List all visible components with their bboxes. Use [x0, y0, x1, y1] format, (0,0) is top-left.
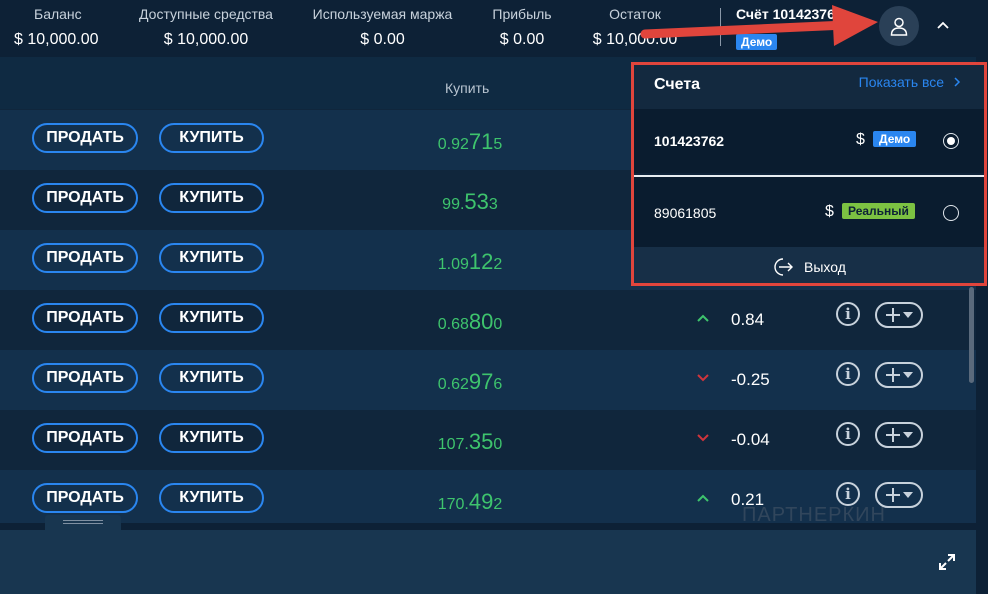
plus-icon: [886, 488, 900, 502]
sell-button[interactable]: ПРОДАТЬ: [32, 243, 138, 273]
expand-icon[interactable]: [937, 552, 957, 572]
table-row: ПРОДАТЬ КУПИТЬ 107.350 -0.04 i: [0, 410, 976, 470]
metric-balance: Баланс $ 10,000.00: [14, 6, 100, 49]
header-divider: [720, 8, 721, 46]
sell-button[interactable]: ПРОДАТЬ: [32, 303, 138, 333]
caret-down-icon: [903, 492, 913, 498]
metric-value: $ 0.00: [499, 31, 545, 48]
arrow-up-icon: [697, 314, 709, 322]
info-icon[interactable]: i: [836, 302, 860, 326]
demo-badge: Демо: [736, 34, 778, 50]
metric-profit: Прибыль $ 0.00: [491, 6, 553, 49]
sell-button[interactable]: ПРОДАТЬ: [32, 483, 138, 513]
buy-button[interactable]: КУПИТЬ: [159, 483, 264, 513]
buy-price: 0.62976: [437, 369, 503, 394]
bottom-panel: [0, 530, 976, 594]
buy-button[interactable]: КУПИТЬ: [159, 243, 264, 273]
arrow-down-icon: [697, 434, 709, 442]
account-radio[interactable]: [943, 133, 959, 149]
logout-icon: [774, 258, 793, 276]
dropdown-header: Счета Показать все: [634, 65, 984, 109]
buy-price: 0.92715: [437, 129, 503, 154]
caret-down-icon: [903, 312, 913, 318]
sell-button[interactable]: ПРОДАТЬ: [32, 423, 138, 453]
info-icon[interactable]: i: [836, 482, 860, 506]
sell-button[interactable]: ПРОДАТЬ: [32, 183, 138, 213]
metric-available-funds: Доступные средства $ 10,000.00: [139, 6, 273, 49]
plus-icon: [886, 368, 900, 382]
account-currency: $: [825, 203, 834, 220]
watermark: ПАРТНЕРКИН: [742, 504, 886, 526]
sell-button[interactable]: ПРОДАТЬ: [32, 363, 138, 393]
arrow-down-icon: [697, 374, 709, 382]
buy-price: 0.68800: [437, 309, 503, 334]
logout-label: Выход: [804, 259, 846, 275]
metric-label: Доступные средства: [139, 6, 273, 22]
account-title[interactable]: Счёт 101423762: [736, 6, 843, 22]
accounts-dropdown: Счета Показать все 101423762 $ Демо 8906…: [631, 62, 987, 286]
buy-button[interactable]: КУПИТЬ: [159, 363, 264, 393]
add-dropdown-button[interactable]: [875, 422, 923, 448]
add-dropdown-button[interactable]: [875, 362, 923, 388]
metric-remainder: Остаток $ 10,000.00: [591, 6, 679, 49]
metric-value: $ 10,000.00: [592, 31, 678, 48]
metric-label: Прибыль: [492, 6, 552, 22]
user-icon: [890, 17, 908, 36]
buy-price: 107.350: [437, 429, 503, 454]
table-scrollbar[interactable]: [969, 287, 974, 383]
show-all-label: Показать все: [858, 74, 945, 90]
metric-label: Баланс: [34, 6, 82, 22]
user-menu-button[interactable]: [879, 6, 919, 46]
sell-button[interactable]: ПРОДАТЬ: [32, 123, 138, 153]
metric-value: $ 10,000.00: [14, 31, 99, 48]
table-row: ПРОДАТЬ КУПИТЬ 0.68800 0.84 i: [0, 290, 976, 350]
chevron-right-icon: [954, 77, 961, 87]
buy-price: 1.09122: [437, 249, 503, 274]
buy-button[interactable]: КУПИТЬ: [159, 303, 264, 333]
metric-value: $ 10,000.00: [163, 31, 249, 48]
account-summary-bar: Баланс $ 10,000.00 Доступные средства $ …: [0, 0, 988, 57]
buy-price: 170.492: [437, 489, 503, 514]
chevron-up-icon[interactable]: [934, 16, 952, 34]
info-icon[interactable]: i: [836, 362, 860, 386]
show-all-link[interactable]: Показать все: [859, 74, 962, 90]
metric-used-margin: Используемая маржа $ 0.00: [312, 6, 453, 49]
metric-label: Остаток: [609, 6, 661, 22]
account-id: 89061805: [654, 205, 717, 221]
caret-down-icon: [903, 372, 913, 378]
info-icon[interactable]: i: [836, 422, 860, 446]
table-row: ПРОДАТЬ КУПИТЬ 0.62976 -0.25 i: [0, 350, 976, 410]
change-value: -0.25: [731, 370, 770, 389]
metric-label: Используемая маржа: [312, 6, 453, 22]
buy-button[interactable]: КУПИТЬ: [159, 123, 264, 153]
panel-resize-handle[interactable]: [45, 515, 121, 531]
dropdown-title: Счета: [654, 76, 701, 93]
change-value: 0.84: [731, 310, 765, 329]
change-value: -0.04: [731, 430, 770, 449]
buy-button[interactable]: КУПИТЬ: [159, 183, 264, 213]
account-option-real[interactable]: 89061805 $ Реальный: [634, 177, 984, 247]
buy-button[interactable]: КУПИТЬ: [159, 423, 264, 453]
metric-value: $ 0.00: [360, 31, 405, 48]
demo-badge: Демо: [873, 131, 917, 147]
account-option-demo[interactable]: 101423762 $ Демо: [634, 109, 984, 173]
arrow-up-icon: [697, 494, 709, 502]
plus-icon: [886, 308, 900, 322]
account-currency: $: [856, 131, 865, 148]
buy-price: 99.533: [442, 189, 498, 214]
add-dropdown-button[interactable]: [875, 302, 923, 328]
plus-icon: [886, 428, 900, 442]
real-badge: Реальный: [842, 203, 915, 219]
account-id: 101423762: [654, 133, 725, 149]
logout-button[interactable]: Выход: [634, 247, 984, 283]
buy-column-header: Купить: [445, 80, 490, 96]
account-radio[interactable]: [943, 205, 959, 221]
caret-down-icon: [903, 432, 913, 438]
